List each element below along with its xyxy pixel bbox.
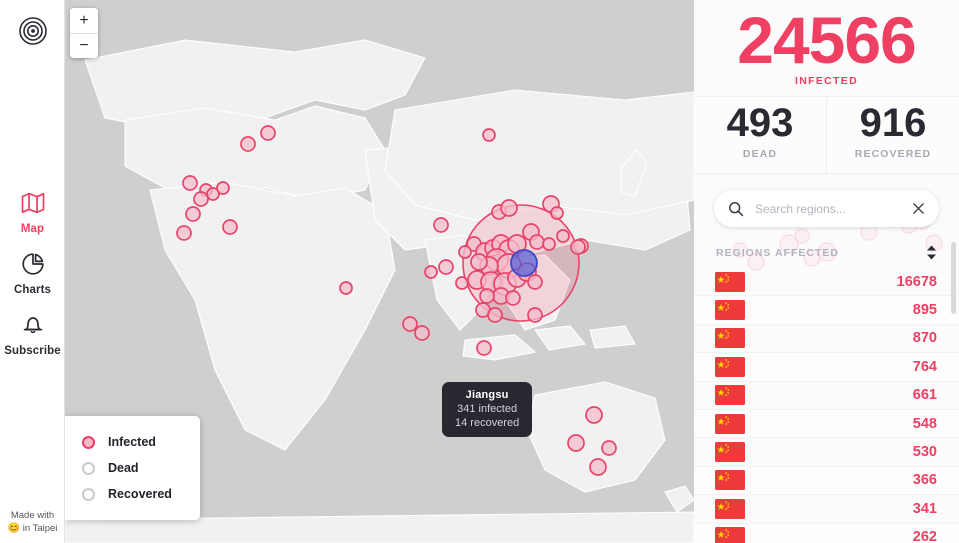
search-area xyxy=(694,174,959,227)
tooltip-region-name: Jiangsu xyxy=(455,389,519,401)
map-zoom-controls: + − xyxy=(70,8,98,58)
table-row[interactable]: 262 xyxy=(694,524,959,543)
region-flag-icon xyxy=(715,527,745,543)
legend-item-infected[interactable]: Infected xyxy=(82,429,200,455)
sidebar: Map Charts Subscribe Made with xyxy=(0,0,65,543)
region-count: 764 xyxy=(913,359,937,375)
legend-label-recovered: Recovered xyxy=(108,487,172,501)
made-with-line2: 😊 in Taipei xyxy=(0,522,65,535)
region-flag-icon xyxy=(715,499,745,519)
table-row[interactable]: 548 xyxy=(694,410,959,438)
table-row[interactable]: 341 xyxy=(694,495,959,523)
stats-panel: 24566 INFECTED 493 DEAD 916 RECOVERED xyxy=(694,0,959,543)
region-count: 262 xyxy=(913,529,937,543)
region-flag-icon xyxy=(715,300,745,320)
region-flag-icon xyxy=(715,470,745,490)
app-logo[interactable] xyxy=(0,16,65,46)
table-row[interactable]: 530 xyxy=(694,438,959,466)
map-canvas[interactable]: .land { fill:#f1f1f1; stroke:#ffffff; st… xyxy=(65,0,694,543)
regions-header: REGIONS AFFECTED xyxy=(694,227,959,268)
search-input[interactable] xyxy=(755,202,911,216)
map-legend: Infected Dead Recovered xyxy=(65,416,200,520)
table-row[interactable]: 870 xyxy=(694,325,959,353)
table-row[interactable]: 661 xyxy=(694,382,959,410)
regions-title: REGIONS AFFECTED xyxy=(716,247,839,259)
regions-list[interactable]: 16678 895 870 764 661 548 530 366 341 262 xyxy=(694,268,959,543)
regions-scrollbar[interactable] xyxy=(951,242,956,314)
region-count: 530 xyxy=(913,444,937,460)
region-count: 661 xyxy=(913,387,937,403)
table-row[interactable]: 16678 xyxy=(694,268,959,296)
region-count: 16678 xyxy=(897,274,937,290)
sidebar-nav: Map Charts Subscribe xyxy=(0,183,65,366)
made-with-city: in Taipei xyxy=(23,523,58,534)
tooltip-infected: 341 infected xyxy=(455,403,519,415)
table-row[interactable]: 366 xyxy=(694,467,959,495)
made-with-line1: Made with xyxy=(0,509,65,522)
magnifier-icon xyxy=(728,201,744,217)
region-flag-icon xyxy=(715,328,745,348)
region-flag-icon xyxy=(715,272,745,292)
map-tooltip: Jiangsu 341 infected 14 recovered xyxy=(442,382,532,437)
sidebar-item-label-charts: Charts xyxy=(14,284,51,296)
infected-stat-block: 24566 INFECTED xyxy=(694,0,959,97)
secondary-stats: 493 DEAD 916 RECOVERED xyxy=(694,97,959,174)
tooltip-recovered: 14 recovered xyxy=(455,417,519,429)
region-flag-icon xyxy=(715,357,745,377)
infected-count: 24566 xyxy=(694,2,959,78)
table-row[interactable]: 895 xyxy=(694,296,959,324)
dead-count: 493 xyxy=(694,99,826,148)
dead-caption: DEAD xyxy=(694,148,826,160)
made-with-footer: Made with 😊 in Taipei xyxy=(0,509,65,535)
sidebar-item-label-subscribe: Subscribe xyxy=(4,345,61,357)
legend-dot-infected-icon xyxy=(82,436,95,449)
recovered-count: 916 xyxy=(827,99,959,148)
infected-caption: INFECTED xyxy=(694,75,959,87)
recovered-caption: RECOVERED xyxy=(827,148,959,160)
close-icon[interactable] xyxy=(911,201,926,216)
smiley-emoji-icon: 😊 xyxy=(8,523,20,534)
region-flag-icon xyxy=(715,414,745,434)
region-count: 341 xyxy=(913,501,937,517)
region-count: 895 xyxy=(913,302,937,318)
sidebar-item-charts[interactable]: Charts xyxy=(0,244,65,305)
sidebar-item-label-map: Map xyxy=(21,223,44,235)
pie-chart-icon xyxy=(20,251,46,277)
sidebar-item-map[interactable]: Map xyxy=(0,183,65,244)
app-root: Map Charts Subscribe Made with xyxy=(0,0,959,543)
region-count: 366 xyxy=(913,472,937,488)
target-icon xyxy=(18,16,48,46)
region-flag-icon xyxy=(715,385,745,405)
zoom-in-button[interactable]: + xyxy=(70,8,98,33)
search-box[interactable] xyxy=(714,190,939,227)
legend-dot-recovered-icon xyxy=(82,488,95,501)
bell-icon xyxy=(20,312,46,338)
zoom-out-button[interactable]: − xyxy=(70,33,98,58)
dead-stat-block: 493 DEAD xyxy=(694,97,826,173)
legend-dot-dead-icon xyxy=(82,462,95,475)
legend-item-dead[interactable]: Dead xyxy=(82,455,200,481)
region-count: 870 xyxy=(913,330,937,346)
map-icon xyxy=(20,190,46,216)
legend-label-dead: Dead xyxy=(108,461,139,475)
region-flag-icon xyxy=(715,442,745,462)
sidebar-item-subscribe[interactable]: Subscribe xyxy=(0,305,65,366)
region-count: 548 xyxy=(913,416,937,432)
legend-label-infected: Infected xyxy=(108,435,156,449)
sort-updown-icon[interactable] xyxy=(926,245,937,260)
legend-item-recovered[interactable]: Recovered xyxy=(82,481,200,507)
recovered-stat-block: 916 RECOVERED xyxy=(826,97,959,173)
table-row[interactable]: 764 xyxy=(694,353,959,381)
